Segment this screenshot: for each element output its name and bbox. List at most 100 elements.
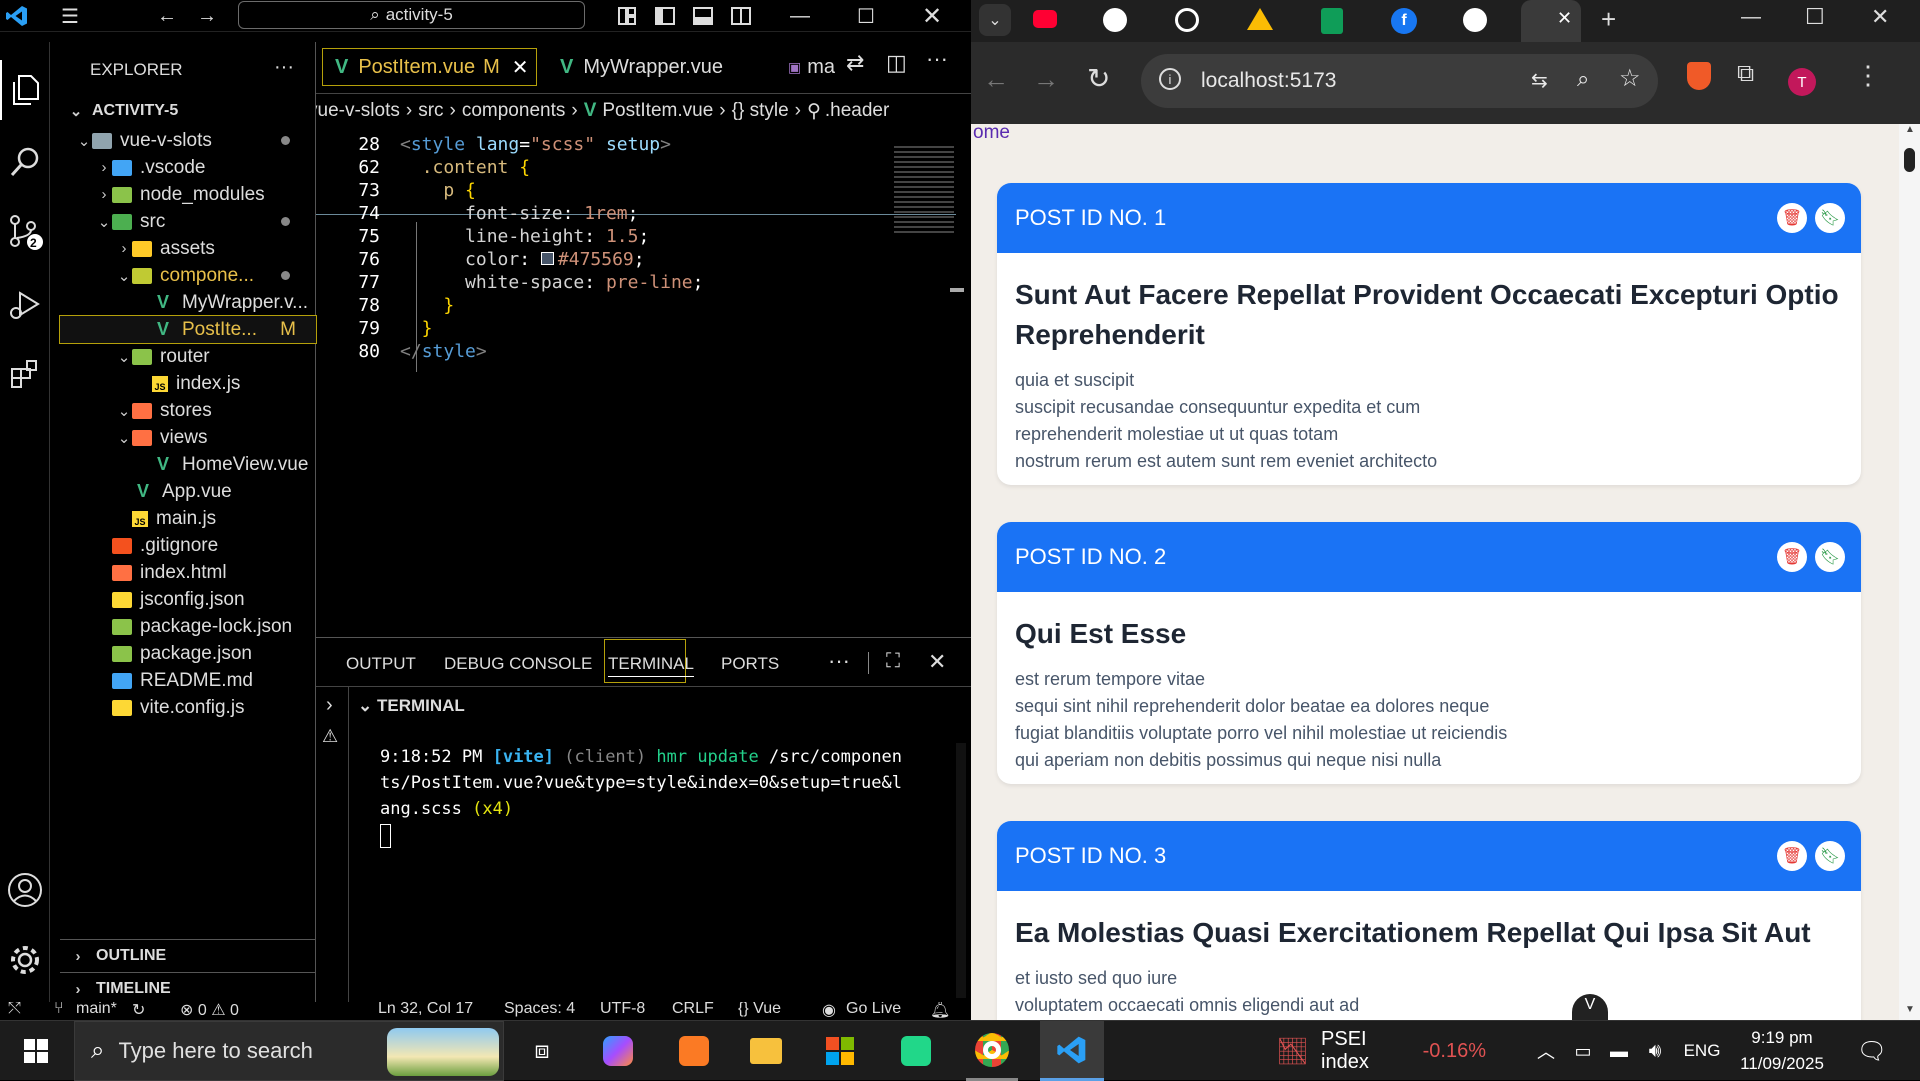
account-icon[interactable] bbox=[0, 860, 50, 920]
more-actions-icon[interactable]: ··· bbox=[274, 56, 294, 79]
status-problems[interactable]: ⊗ 0 ⚠ 0 bbox=[180, 1002, 239, 1020]
explorer-item[interactable]: V HomeView.vue bbox=[60, 451, 316, 478]
breadcrumb-style[interactable]: {} style bbox=[732, 100, 789, 122]
file-explorer-icon[interactable] bbox=[744, 1021, 788, 1081]
explorer-item[interactable]: index.html bbox=[60, 559, 316, 586]
tab-ports[interactable]: PORTS bbox=[721, 654, 779, 674]
brave-shield-icon[interactable] bbox=[1687, 62, 1711, 90]
tab-output[interactable]: OUTPUT bbox=[346, 654, 416, 674]
sheets-tab-icon[interactable] bbox=[1321, 8, 1343, 34]
tab-mywrapper[interactable]: V MyWrapper.vue bbox=[548, 48, 763, 86]
back-arrow-icon[interactable]: ← bbox=[152, 0, 182, 32]
extensions-icon[interactable]: ⧉ bbox=[1737, 60, 1754, 88]
explorer-item[interactable]: vite.config.js bbox=[60, 694, 316, 721]
more-actions-icon[interactable]: ··· bbox=[828, 648, 850, 674]
explorer-item[interactable]: V MyWrapper.v... bbox=[60, 289, 316, 316]
task-view-icon[interactable]: ⧈ bbox=[520, 1021, 564, 1081]
code-line[interactable]: .content { bbox=[400, 157, 530, 178]
explorer-item[interactable]: V PostIte... M bbox=[59, 315, 317, 344]
code-line[interactable]: white-space: pre-line; bbox=[400, 272, 703, 293]
new-tab-icon[interactable]: + bbox=[1601, 4, 1616, 35]
notification-center-icon[interactable]: 🗨︎ bbox=[1852, 1021, 1892, 1081]
explorer-item[interactable]: JS main.js bbox=[60, 505, 316, 532]
explorer-item[interactable]: jsconfig.json bbox=[60, 586, 316, 613]
battery-icon[interactable]: ▬ bbox=[1604, 1021, 1634, 1081]
code-line[interactable]: color: #475569; bbox=[400, 249, 645, 270]
menu-icon[interactable]: ☰ bbox=[52, 0, 88, 32]
zoom-icon[interactable]: ⌕ bbox=[1577, 66, 1589, 92]
volume-icon[interactable]: 🔊︎ bbox=[1640, 1021, 1670, 1081]
scrollbar-thumb[interactable] bbox=[1904, 148, 1915, 172]
maximize-panel-icon[interactable]: ⛶ bbox=[886, 650, 900, 673]
close-icon[interactable]: ✕ bbox=[1871, 4, 1889, 30]
status-encoding[interactable]: UTF-8 bbox=[600, 1002, 645, 1018]
copilot-icon[interactable] bbox=[596, 1021, 640, 1081]
breadcrumb-header[interactable]: .header bbox=[825, 100, 889, 122]
explorer-item[interactable]: ⌄ router bbox=[60, 343, 316, 370]
explorer-item[interactable]: ⌄ src bbox=[60, 208, 316, 235]
code-editor[interactable]: 28 <style lang="scss" setup> 62 .content {… bbox=[316, 126, 964, 636]
chrome-taskbar-icon[interactable] bbox=[966, 1021, 1018, 1081]
drive-tab-icon[interactable] bbox=[1247, 8, 1273, 30]
youtube-tab-icon[interactable] bbox=[1033, 10, 1057, 28]
code-line[interactable]: p { bbox=[400, 180, 476, 201]
explorer-item[interactable]: › assets bbox=[60, 235, 316, 262]
explorer-item[interactable]: ⌄ stores bbox=[60, 397, 316, 424]
close-tab-icon[interactable]: ✕ bbox=[512, 55, 529, 80]
explorer-item[interactable]: package-lock.json bbox=[60, 613, 316, 640]
tab-postitem[interactable]: V PostItem.vue M ✕ bbox=[322, 48, 537, 86]
status-golive[interactable]: Go Live bbox=[846, 1002, 901, 1018]
explorer-item[interactable]: README.md bbox=[60, 667, 316, 694]
maximize-icon[interactable]: ☐ bbox=[1805, 4, 1825, 30]
outline-section[interactable]: › OUTLINE bbox=[60, 939, 316, 973]
xampp-icon[interactable] bbox=[672, 1021, 716, 1081]
reload-icon[interactable]: ↻ bbox=[1087, 62, 1110, 95]
nav-home-link[interactable]: ome bbox=[973, 122, 1010, 144]
status-language[interactable]: {} Vue bbox=[738, 1002, 781, 1018]
run-debug-icon[interactable] bbox=[0, 274, 50, 334]
minimap[interactable] bbox=[894, 146, 954, 236]
explorer-item[interactable]: ⌄ compone... bbox=[60, 262, 316, 289]
address-bar[interactable]: i localhost:5173 ⇆ ⌕ ☆ bbox=[1141, 54, 1658, 108]
profile-avatar[interactable]: T bbox=[1788, 68, 1816, 96]
microsoft-store-icon[interactable] bbox=[818, 1021, 862, 1081]
timeline-section[interactable]: › TIMELINE bbox=[60, 972, 316, 1006]
close-panel-icon[interactable]: ✕ bbox=[928, 649, 946, 675]
bookmark-button[interactable]: 🔖︎ bbox=[1815, 841, 1845, 871]
scrollbar-thumb[interactable] bbox=[950, 288, 964, 292]
compare-changes-icon[interactable]: ⇄ bbox=[846, 50, 864, 76]
maximize-icon[interactable]: ☐ bbox=[846, 0, 886, 32]
explorer-item[interactable]: package.json bbox=[60, 640, 316, 667]
back-arrow-icon[interactable]: ← bbox=[983, 64, 1009, 95]
windows-start-icon[interactable] bbox=[14, 1021, 58, 1081]
clock[interactable]: 9:19 pm 11/09/2025 bbox=[1732, 1021, 1832, 1081]
terminal-scrollbar[interactable] bbox=[956, 743, 966, 998]
remote-icon[interactable]: ⤲ bbox=[8, 1002, 21, 1018]
taskbar-search[interactable]: ⌕ Type here to search bbox=[74, 1021, 504, 1081]
tab-main[interactable]: ▣ ma bbox=[776, 48, 838, 86]
code-line[interactable]: line-height: 1.5; bbox=[400, 226, 649, 247]
breadcrumb-components[interactable]: components bbox=[462, 100, 566, 122]
tab-search-icon[interactable]: ⌄ bbox=[979, 4, 1011, 36]
settings-gear-icon[interactable] bbox=[0, 930, 50, 990]
explorer-item[interactable]: ⌄ views bbox=[60, 424, 316, 451]
bookmark-button[interactable]: 🔖︎ bbox=[1815, 542, 1845, 572]
status-eol[interactable]: CRLF bbox=[672, 1002, 714, 1018]
toggle-secondary-sidebar-icon[interactable] bbox=[726, 0, 756, 32]
source-control-icon[interactable]: 2 bbox=[0, 202, 50, 262]
terminal-section-header[interactable]: ⌄ TERMINAL bbox=[358, 696, 465, 716]
close-tab-icon[interactable]: ✕ bbox=[1557, 8, 1572, 29]
code-line[interactable]: } bbox=[400, 318, 433, 339]
delete-button[interactable]: 🗑︎ bbox=[1777, 542, 1807, 572]
explorer-item[interactable]: .gitignore bbox=[60, 532, 316, 559]
tab-terminal[interactable]: TERMINAL bbox=[608, 654, 694, 677]
split-editor-icon[interactable]: ◫ bbox=[886, 50, 907, 76]
pycharm-icon[interactable] bbox=[894, 1021, 938, 1081]
command-center-search[interactable]: ⌕ activity-5 bbox=[238, 1, 585, 29]
code-line[interactable]: <style lang="scss" setup> bbox=[400, 134, 671, 155]
search-icon[interactable] bbox=[0, 132, 50, 192]
breadcrumb-file[interactable]: PostItem.vue bbox=[602, 100, 713, 122]
breadcrumb-folder[interactable]: vue-v-slots bbox=[316, 100, 400, 122]
minimize-icon[interactable]: — bbox=[1741, 6, 1761, 29]
more-actions-icon[interactable]: ··· bbox=[926, 46, 948, 72]
